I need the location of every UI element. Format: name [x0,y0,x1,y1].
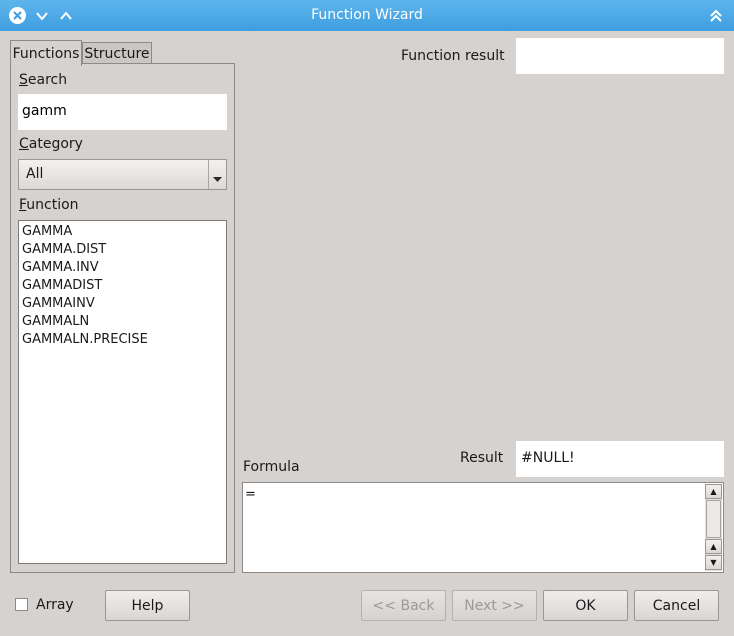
scroll-up-icon[interactable]: ▲ [705,539,722,554]
search-input[interactable] [18,94,222,128]
result-field: #NULL! [516,441,724,477]
category-selected-value: All [26,166,44,182]
list-item[interactable]: GAMMALN [22,313,226,331]
function-label: Function [19,197,79,213]
scroll-down-icon[interactable]: ▼ [705,555,722,570]
window-title: Function Wizard [311,7,423,23]
function-result-label: Function result [401,48,505,64]
list-item[interactable]: GAMMA.INV [22,259,226,277]
tab-functions[interactable]: Functions [10,40,82,66]
formula-editor[interactable]: = [242,482,724,573]
formula-label: Formula [243,459,300,475]
search-label: Search [19,72,67,88]
list-item[interactable]: GAMMAINV [22,295,226,313]
search-field-box [18,94,227,130]
result-label: Result [460,450,504,466]
formula-text: = [245,487,256,502]
chevron-down-icon [213,171,222,187]
help-button[interactable]: Help [105,590,190,621]
array-label: Array [36,597,74,613]
select-divider [208,160,209,189]
tab-structure[interactable]: Structure [82,42,152,64]
formula-scrollbar[interactable]: ▲ ▲ ▼ [705,484,722,571]
function-label-text: Function [19,197,79,213]
list-item[interactable]: GAMMALN.PRECISE [22,331,226,349]
scroll-up-icon[interactable]: ▲ [705,484,722,499]
function-list[interactable]: GAMMA GAMMA.DIST GAMMA.INV GAMMADIST GAM… [18,220,227,564]
array-checkbox[interactable] [15,598,28,611]
scrollbar-thumb[interactable] [706,500,721,538]
shade-icon[interactable] [706,6,725,25]
category-select[interactable]: All [18,159,227,190]
category-label-text: Category [19,136,83,152]
result-value: #NULL! [521,450,575,466]
list-item[interactable]: GAMMA.DIST [22,241,226,259]
list-item[interactable]: GAMMA [22,223,226,241]
function-result-field [516,38,724,74]
ok-button[interactable]: OK [543,590,628,621]
list-item[interactable]: GAMMADIST [22,277,226,295]
search-label-text: Search [19,72,68,88]
category-label: Category [19,136,83,152]
title-bar: Function Wizard [0,0,734,31]
cancel-button[interactable]: Cancel [634,590,719,621]
next-button[interactable]: Next >> [452,590,537,621]
back-button[interactable]: << Back [361,590,446,621]
